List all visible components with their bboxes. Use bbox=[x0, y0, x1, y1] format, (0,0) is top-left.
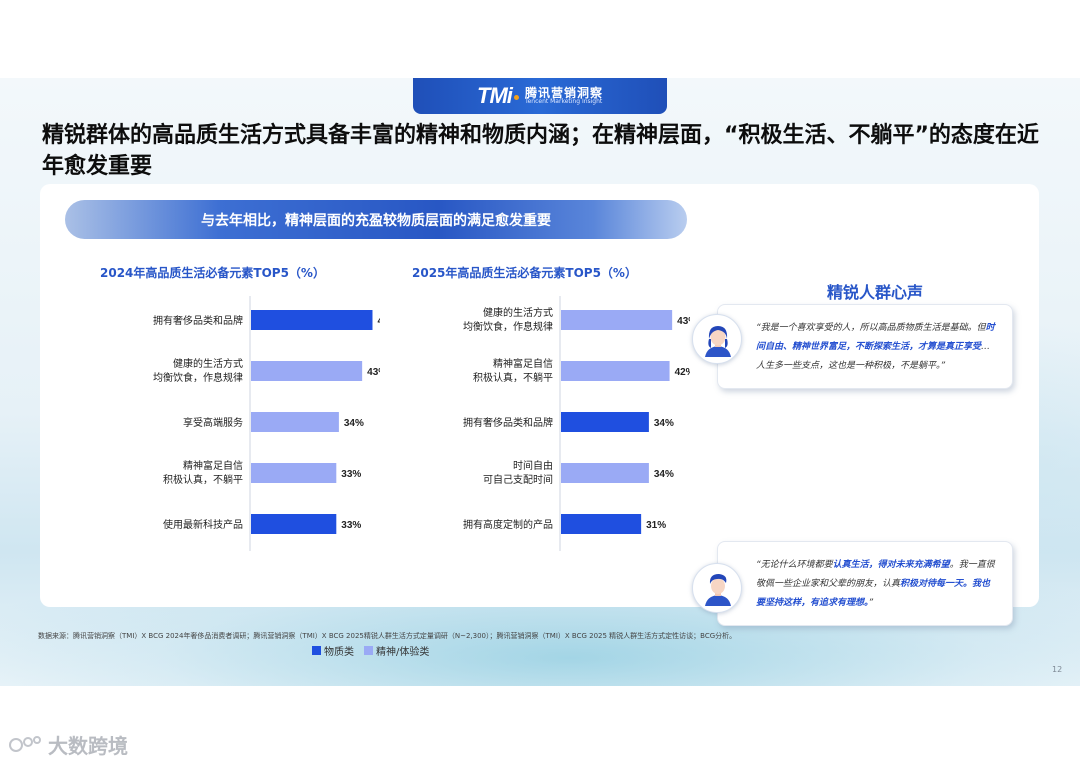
bar-value-label: 43% bbox=[367, 367, 380, 378]
quote-2-text-end: ” bbox=[868, 598, 874, 608]
bar-value-label: 47% bbox=[377, 316, 380, 327]
watermark: 大数跨境 bbox=[8, 730, 128, 759]
chart-legend: 物质类 精神/体验类 bbox=[312, 643, 429, 658]
legend-label-material: 物质类 bbox=[324, 647, 354, 658]
category-label: 精神富足自信 bbox=[183, 459, 243, 472]
bar-value-label: 34% bbox=[654, 469, 674, 480]
slide: TMi 腾讯营销洞察 Tencent Marketing Insight 精锐群… bbox=[0, 78, 1080, 686]
quote-1-text: “我是一个喜欢享受的人，所以高品质物质生活是基础。但 bbox=[756, 323, 986, 333]
quote-2-highlight: 认真生活，得对未来充满希望 bbox=[832, 560, 950, 570]
chart-2024: 47% 拥有奢侈品类和品牌 43% 健康的生活方式均衡饮食，作息规律 34% 享受高端服务… bbox=[153, 296, 380, 551]
brand-logo: TMi 腾讯营销洞察 Tencent Marketing Insight bbox=[413, 78, 667, 114]
category-label: 均衡饮食，作息规律 bbox=[153, 371, 243, 384]
bar-value-label: 34% bbox=[654, 418, 674, 429]
bar bbox=[251, 412, 339, 432]
category-label: 拥有高度定制的产品 bbox=[463, 518, 553, 531]
legend-swatch-material bbox=[312, 646, 321, 655]
legend-item-material: 物质类 bbox=[312, 643, 354, 658]
watermark-text: 大数跨境 bbox=[48, 734, 128, 758]
category-label: 积极认真，不躺平 bbox=[163, 473, 243, 486]
legend-label-spiritual: 精神/体验类 bbox=[376, 647, 430, 658]
content-card: 与去年相比，精神层面的充盈较物质层面的满足愈发重要 2024年高品质生活必备元素… bbox=[40, 184, 1039, 658]
page-number: 12 bbox=[1052, 665, 1063, 674]
chart-2025-title: 2025年高品质生活必备元素TOP5（%） bbox=[412, 266, 637, 280]
bar bbox=[561, 361, 670, 381]
legend-item-spiritual: 精神/体验类 bbox=[364, 643, 429, 658]
chart-2025: 43% 健康的生活方式均衡饮食，作息规律 42% 精神富足自信积极认真，不躺平 34% 拥… bbox=[463, 296, 690, 551]
bar-value-label: 33% bbox=[341, 520, 361, 531]
category-label: 健康的生活方式 bbox=[173, 357, 243, 370]
category-label: 使用最新科技产品 bbox=[163, 518, 243, 531]
category-label: 积极认真，不躺平 bbox=[473, 371, 553, 384]
logo-text: 腾讯营销洞察 Tencent Marketing Insight bbox=[524, 86, 603, 106]
logo-en: Tencent Marketing Insight bbox=[524, 98, 603, 106]
male-avatar-icon bbox=[692, 563, 742, 613]
legend-swatch-spiritual bbox=[364, 646, 373, 655]
quote-card-1: “我是一个喜欢享受的人，所以高品质物质生活是基础。但时间自由、精神世界富足，不断… bbox=[717, 304, 1013, 389]
category-label: 均衡饮食，作息规律 bbox=[463, 320, 553, 333]
insight-banner: 与去年相比，精神层面的充盈较物质层面的满足愈发重要 bbox=[65, 200, 687, 239]
bar-value-label: 33% bbox=[341, 469, 361, 480]
logo-dot-icon bbox=[513, 94, 519, 100]
category-label: 健康的生活方式 bbox=[483, 306, 553, 319]
category-label: 拥有奢侈品类和品牌 bbox=[153, 314, 243, 327]
bar-value-label: 42% bbox=[675, 367, 690, 378]
bar bbox=[251, 514, 337, 534]
page-title: 精锐群体的高品质生活方式具备丰富的精神和物质内涵；在精神层面，“积极生活、不躺平… bbox=[42, 123, 1039, 179]
voices-title: 精锐人群心声 bbox=[826, 283, 923, 302]
bar bbox=[561, 463, 649, 483]
category-label: 时间自由 bbox=[513, 459, 553, 472]
category-label: 可自己支配时间 bbox=[483, 473, 553, 486]
bar bbox=[251, 310, 373, 330]
bar bbox=[561, 412, 649, 432]
category-label: 拥有奢侈品类和品牌 bbox=[463, 416, 553, 429]
chart-2024-title: 2024年高品质生活必备元素TOP5（%） bbox=[100, 266, 325, 280]
bar bbox=[561, 514, 642, 534]
watermark-logo-icon bbox=[9, 735, 41, 752]
logo-mark: TMi bbox=[477, 83, 513, 108]
bar bbox=[251, 463, 337, 483]
data-source: 数据来源：腾讯营销洞察（TMI）X BCG 2024年奢侈品消费者调研；腾讯营销… bbox=[38, 632, 737, 640]
category-label: 精神富足自信 bbox=[493, 357, 553, 370]
quote-card-2: “无论什么环境都要认真生活，得对未来充满希望。我一直很敬佩一些企业家和父辈的朋友… bbox=[717, 541, 1013, 626]
bar bbox=[251, 361, 363, 381]
bar bbox=[561, 310, 673, 330]
quote-2-text: “无论什么环境都要 bbox=[756, 560, 833, 570]
bar-value-label: 43% bbox=[677, 316, 690, 327]
category-label: 享受高端服务 bbox=[183, 416, 243, 429]
female-avatar-icon bbox=[692, 314, 742, 364]
bar-value-label: 34% bbox=[344, 418, 364, 429]
bar-value-label: 31% bbox=[646, 520, 666, 531]
banner-text: 与去年相比，精神层面的充盈较物质层面的满足愈发重要 bbox=[201, 212, 551, 229]
